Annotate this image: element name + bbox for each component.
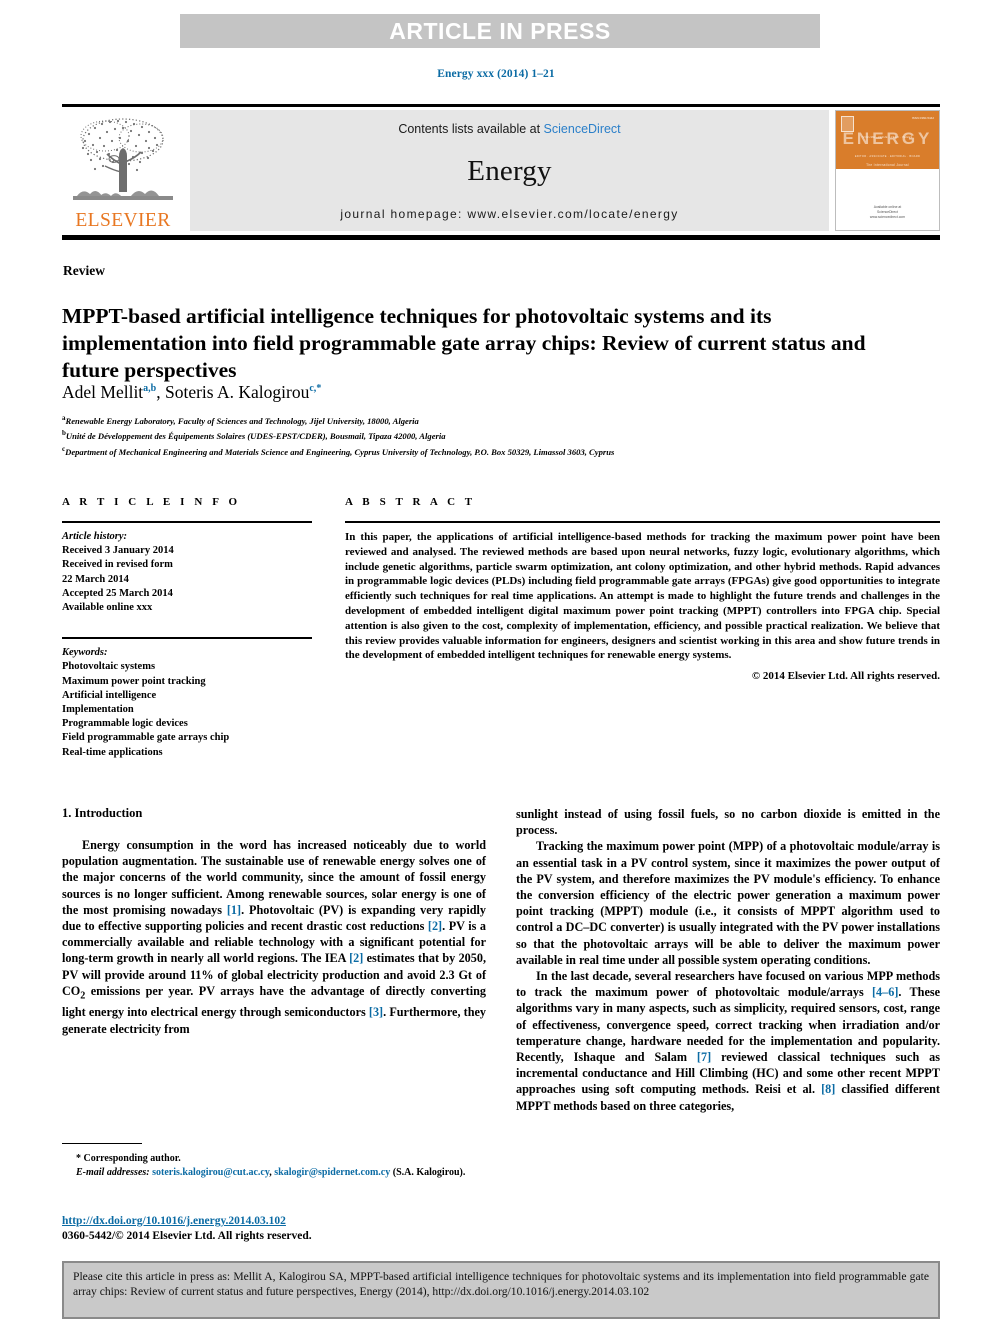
abstract-divider	[345, 521, 940, 523]
email-link-1[interactable]: soteris.kalogirou@cut.ac.cy	[152, 1167, 269, 1178]
abstract-copyright: © 2014 Elsevier Ltd. All rights reserved…	[751, 670, 940, 683]
citation-ref-7[interactable]: [7]	[697, 1050, 711, 1064]
body-right-column: sunlight instead of using fossil fuels, …	[516, 806, 940, 1236]
affiliation-item: cDepartment of Mechanical Engineering an…	[62, 443, 932, 458]
column-gap	[312, 496, 345, 760]
keyword-item: Real-time applications	[62, 746, 163, 758]
citation-ref-2[interactable]: [2]	[428, 919, 442, 933]
affiliation-text: Department of Mechanical Engineering and…	[65, 446, 615, 457]
corresponding-author-marker: *	[76, 1153, 81, 1164]
author-affiliation-marker-1[interactable]: a,b	[143, 383, 156, 394]
author-affiliation-marker-2[interactable]: c,*	[309, 383, 321, 394]
article-info-heading: A R T I C L E I N F O	[62, 496, 241, 508]
abstract-text: In this paper, the applications of artif…	[345, 531, 940, 662]
issn-copyright-line: 0360-5442/© 2014 Elsevier Ltd. All right…	[62, 1230, 312, 1242]
affiliation-text: Renewable Energy Laboratory, Faculty of …	[65, 415, 419, 426]
author-name-1: Adel Mellit	[62, 382, 144, 402]
article-history-item: Received 3 January 2014	[62, 545, 174, 557]
citation-ref-1[interactable]: [1]	[227, 903, 241, 917]
affiliation-list: aRenewable Energy Laboratory, Faculty of…	[62, 412, 932, 458]
keyword-item: Photovoltaic systems	[62, 661, 156, 673]
abstract-column: A B S T R A C T In this paper, the appli…	[345, 496, 940, 760]
citation-ref-4-6[interactable]: [4–6]	[872, 985, 898, 999]
citation-ref-2b[interactable]: [2]	[349, 951, 363, 965]
masthead-center-panel: Contents lists available at ScienceDirec…	[190, 110, 829, 231]
keyword-item: Maximum power point tracking	[62, 675, 206, 687]
abstract-heading: A B S T R A C T	[345, 496, 476, 508]
journal-cover-thumbnail[interactable]: ISSN 0360-5442 VOLUME · ISSUE · YEAR · P…	[835, 110, 940, 231]
keyword-item: Artificial intelligence	[62, 689, 157, 701]
cover-footer-note: Available online at ScienceDirect www.scie…	[869, 204, 906, 219]
article-in-press-banner: ARTICLE IN PRESS	[180, 14, 820, 48]
paragraph-intro-4: In the last decade, several researchers …	[516, 969, 941, 1113]
article-history-item: Accepted 25 March 2014	[62, 587, 173, 599]
contents-prefix: Contents lists available at	[398, 122, 544, 136]
footnote-block: * Corresponding author. E-mail addresses…	[62, 1143, 486, 1179]
keyword-item: Programmable logic devices	[62, 718, 188, 730]
article-info-divider-top	[62, 521, 312, 523]
running-head-citation: Energy xxx (2014) 1–21	[437, 68, 555, 80]
cover-energy-wordmark: ENERGY	[842, 129, 933, 148]
keyword-item: Implementation	[62, 704, 134, 716]
email-label: E-mail addresses:	[76, 1166, 150, 1178]
article-info-column: A R T I C L E I N F O Article history: R…	[62, 496, 312, 760]
contents-lists-line: Contents lists available at ScienceDirec…	[398, 122, 620, 136]
article-history-label: Article history:	[62, 531, 128, 542]
journal-homepage-line[interactable]: journal homepage: www.elsevier.com/locat…	[340, 207, 678, 221]
paragraph-intro-2: sunlight instead of using fossil fuels, …	[516, 807, 940, 838]
article-in-press-label: ARTICLE IN PRESS	[389, 17, 611, 44]
footnote-separator-rule	[62, 1143, 142, 1144]
author-list: Adel Mellita,b, Soteris A. Kalogirouc,*	[62, 382, 892, 403]
doi-block: http://dx.doi.org/10.1016/j.energy.2014.…	[62, 1211, 492, 1244]
affiliation-item: bUnité de Développement des Équipements …	[62, 427, 932, 442]
masthead-top-rule	[62, 104, 940, 107]
doi-link[interactable]: http://dx.doi.org/10.1016/j.energy.2014.…	[62, 1215, 286, 1227]
elsevier-logo: ELSEVIER	[62, 110, 184, 231]
elsevier-tree-icon	[73, 117, 173, 200]
elsevier-wordmark: ELSEVIER	[75, 209, 171, 231]
article-info-abstract-block: A R T I C L E I N F O Article history: R…	[62, 496, 940, 760]
affiliation-item: aRenewable Energy Laboratory, Faculty of…	[62, 412, 932, 427]
citation-ref-3[interactable]: [3]	[369, 1005, 383, 1019]
please-cite-text: Please cite this article in press as: Me…	[73, 1270, 929, 1299]
keyword-item: Field programmable gate arrays chip	[62, 732, 230, 744]
paragraph-intro-3: Tracking the maximum power point (MPP) o…	[516, 839, 940, 967]
corresponding-author-note: * Corresponding author.	[62, 1152, 486, 1166]
affiliation-text: Unité de Développement des Équipements S…	[65, 431, 446, 442]
paragraph-intro-1: Energy consumption in the word has incre…	[62, 838, 487, 1036]
article-type-label: Review	[63, 263, 105, 278]
article-info-divider-mid	[62, 637, 312, 640]
author-name-2: Soteris A. Kalogirou	[164, 382, 310, 402]
journal-masthead: ELSEVIER Contents lists available at Sci…	[62, 104, 940, 240]
sciencedirect-link[interactable]: ScienceDirect	[544, 122, 621, 136]
masthead-bottom-rule	[62, 235, 940, 240]
article-history-item: Received in revised form	[62, 559, 173, 571]
please-cite-box: Please cite this article in press as: Me…	[62, 1261, 940, 1319]
section-heading-introduction: 1. Introduction	[62, 806, 143, 820]
email-link-2[interactable]: skalogir@spidernet.com.cy	[274, 1167, 390, 1178]
corresponding-author-label: Corresponding author.	[83, 1153, 181, 1164]
page-title: MPPT-based artificial intelligence techn…	[62, 304, 866, 383]
author-separator: ,	[156, 382, 165, 402]
body-column-gutter	[486, 806, 516, 1236]
email-addresses-line: E-mail addresses: soteris.kalogirou@cut.…	[62, 1166, 486, 1180]
journal-title: Energy	[467, 155, 552, 187]
citation-ref-8[interactable]: [8]	[821, 1082, 835, 1096]
article-history-item: 22 March 2014	[62, 573, 129, 585]
email-owner: (S.A. Kalogirou).	[392, 1166, 466, 1178]
article-history-item: Available online xxx	[62, 602, 153, 614]
keywords-label: Keywords:	[62, 647, 108, 659]
